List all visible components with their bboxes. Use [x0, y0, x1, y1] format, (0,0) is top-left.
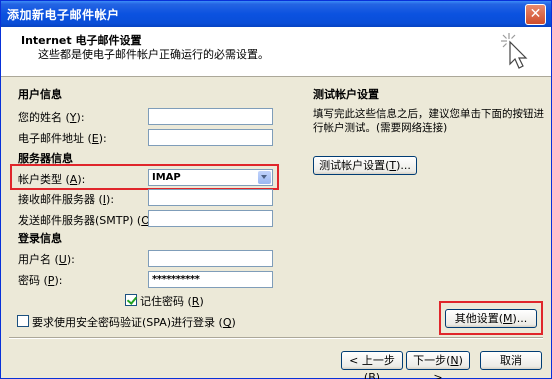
incoming-server-input[interactable] — [148, 189, 273, 206]
title-bar[interactable]: 添加新电子邮件帐户 ✕ — [1, 1, 551, 27]
remember-password-label[interactable]: 记住密码 (R) — [140, 293, 204, 309]
outgoing-server-input[interactable] — [148, 210, 273, 227]
name-input[interactable] — [148, 108, 273, 125]
test-description-line2: 行帐户测试。(需要网络连接) — [313, 122, 448, 134]
username-input[interactable] — [148, 250, 273, 267]
remember-password-checkbox[interactable] — [125, 294, 137, 306]
login-info-heading: 登录信息 — [18, 232, 62, 245]
cancel-button[interactable]: 取消 — [480, 351, 542, 370]
password-input[interactable]: ********** — [148, 271, 273, 288]
email-label: 电子邮件地址 (E): — [18, 132, 107, 145]
test-description-line1: 填写完此这些信息之后，建议您单击下面的按钮进 — [313, 108, 544, 120]
next-button[interactable]: 下一步(N) > — [406, 351, 470, 379]
dialog-window: 添加新电子邮件帐户 ✕ Internet 电子邮件设置 这些都是使电子邮件帐户正… — [0, 0, 552, 379]
name-label: 您的姓名 (Y): — [18, 111, 85, 124]
password-label: 密码 (P): — [18, 274, 63, 287]
spa-label[interactable]: 要求使用安全密码验证(SPA)进行登录 (Q) — [32, 314, 236, 330]
username-label: 用户名 (U): — [18, 253, 75, 266]
incoming-server-label: 接收邮件服务器 (I): — [18, 193, 115, 206]
header-panel: Internet 电子邮件设置 这些都是使电子邮件帐户正确运行的必需设置。 — [1, 27, 551, 77]
back-button[interactable]: < 上一步(B) — [341, 351, 403, 379]
test-settings-heading: 测试帐户设置 — [313, 88, 379, 101]
window-title: 添加新电子邮件帐户 — [7, 8, 120, 22]
close-icon: ✕ — [529, 6, 542, 22]
close-button[interactable]: ✕ — [525, 4, 546, 25]
account-type-highlight — [10, 164, 279, 190]
more-settings-button[interactable]: 其他设置(M)... — [445, 309, 537, 328]
footer-divider — [9, 337, 543, 339]
outgoing-server-label: 发送邮件服务器(SMTP) (O): — [18, 214, 158, 227]
test-account-button[interactable]: 测试帐户设置(T)... — [313, 156, 417, 175]
spa-checkbox[interactable] — [17, 315, 29, 327]
user-info-heading: 用户信息 — [18, 88, 62, 101]
header-subtitle: 这些都是使电子邮件帐户正确运行的必需设置。 — [38, 48, 269, 61]
email-input[interactable] — [148, 129, 273, 146]
cursor-sparkle-icon — [501, 33, 528, 69]
